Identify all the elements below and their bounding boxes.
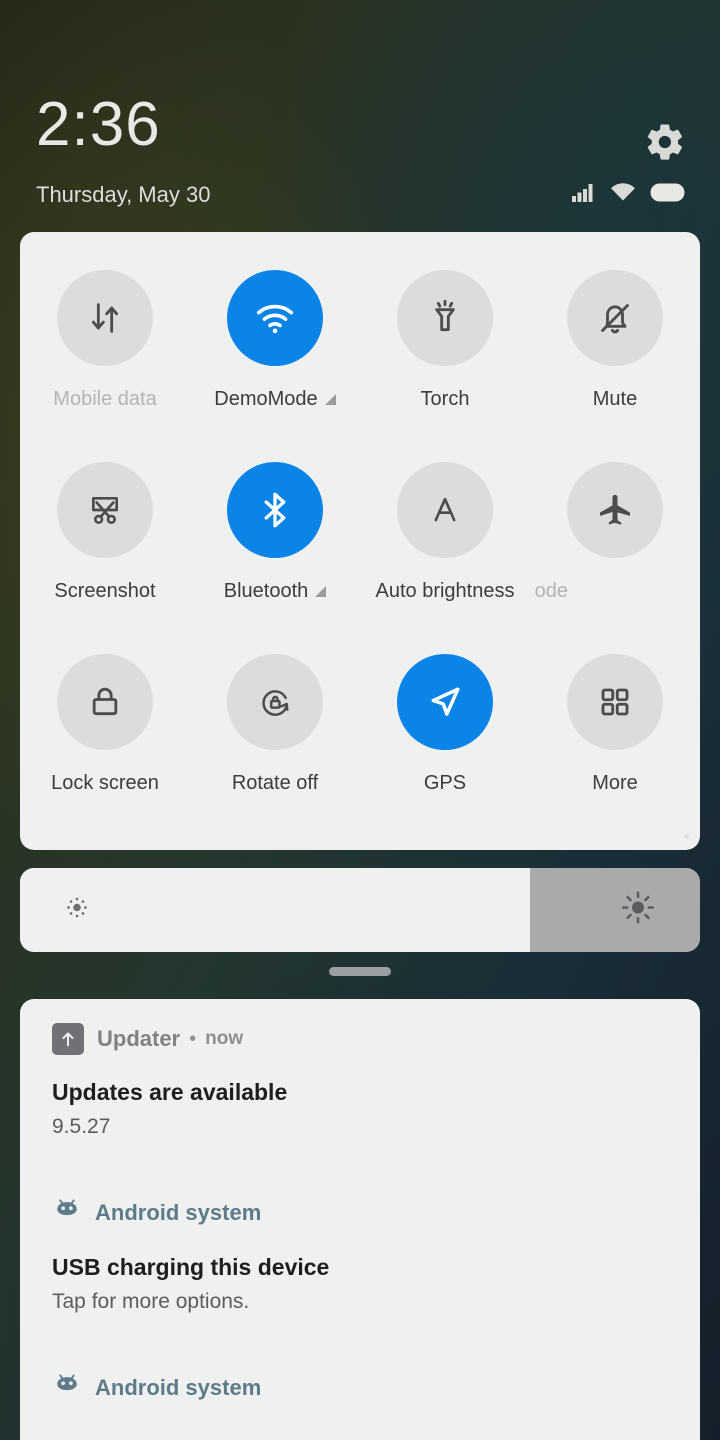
qs-tile-screenshot[interactable]: Screenshot	[20, 462, 190, 654]
tile-label-text: DemoMode	[214, 388, 318, 410]
grid-squares-icon	[601, 688, 629, 716]
brightness-slider[interactable]	[20, 868, 700, 952]
brightness-slider-fill	[20, 868, 530, 952]
notification-header: Updater • now	[52, 999, 668, 1061]
android-head-icon	[52, 1195, 82, 1230]
notification-item[interactable]: Android system USB charging this device …	[20, 1171, 700, 1314]
wifi-icon	[611, 183, 635, 201]
qs-tile-gps[interactable]: GPS	[360, 654, 530, 846]
tile-label-text: GPS	[423, 772, 467, 794]
notification-header: Android system	[52, 1171, 668, 1236]
tile-label-text: Lock screen	[51, 772, 159, 794]
gear-icon[interactable]	[644, 121, 686, 163]
notification-app-name: Android system	[95, 1199, 262, 1225]
notification-app-name: Updater	[97, 1026, 181, 1051]
tile-circle	[397, 462, 493, 558]
notification-header: Android system	[52, 1346, 668, 1411]
mobile-data-icon	[91, 303, 119, 333]
notification-time: now	[205, 1028, 244, 1049]
qs-tile-demomode[interactable]: DemoMode	[190, 270, 360, 462]
tile-label-text: Auto brightness	[375, 580, 515, 602]
padlock-icon	[92, 687, 118, 716]
qs-tile-torch[interactable]: Torch	[360, 270, 530, 462]
auto-brightness-icon	[434, 497, 456, 522]
tile-label-text: Mute	[592, 388, 638, 410]
qs-tile-bluetooth[interactable]: Bluetooth	[190, 462, 360, 654]
qs-tile-lock-screen[interactable]: Lock screen	[20, 654, 190, 846]
notification-body: Tap for more options.	[52, 1290, 250, 1313]
notification-app-name: Android system	[95, 1374, 262, 1400]
notification-title: USB charging this device	[52, 1254, 330, 1280]
navigation-arrow-icon	[431, 687, 460, 716]
date-label: Thursday, May 30	[36, 182, 211, 207]
status-header: 2:36 Thursday, May 30	[0, 0, 720, 232]
tile-circle	[57, 270, 153, 366]
tile-label-text: Mobile data	[53, 388, 157, 410]
qs-tile-mute[interactable]: Mute	[530, 270, 700, 462]
airplane-icon	[600, 494, 630, 525]
tile-circle	[57, 462, 153, 558]
tile-circle	[567, 270, 663, 366]
tile-circle	[397, 654, 493, 750]
tile-circle	[227, 654, 323, 750]
tile-circle	[397, 270, 493, 366]
page-indicator-dot	[684, 834, 689, 839]
bluetooth-icon	[264, 492, 286, 528]
wifi-icon	[256, 304, 294, 334]
notification-separator: •	[189, 1027, 197, 1050]
rotation-lock-icon	[262, 690, 289, 716]
clock: 2:36	[36, 90, 161, 159]
status-icons	[572, 182, 686, 202]
qs-tile-mobile-data[interactable]: Mobile data	[20, 270, 190, 462]
flashlight-icon	[435, 299, 455, 332]
qs-tile-auto-brightness[interactable]: Auto brightness	[360, 462, 530, 654]
qs-tile-airplane-mode[interactable]: ane mode	[530, 462, 700, 654]
tile-circle	[567, 462, 663, 558]
tile-circle	[57, 654, 153, 750]
bell-muted-icon	[601, 304, 629, 334]
tile-circle	[227, 270, 323, 366]
upload-arrow-icon	[52, 1023, 84, 1055]
android-head-icon	[52, 1370, 82, 1405]
qs-tile-rotate-off[interactable]: Rotate off	[190, 654, 360, 846]
quick-settings-panel: Mobile data DemoMode Torch Mute Screensh…	[20, 232, 700, 850]
tile-circle	[227, 462, 323, 558]
chevron-expand-icon[interactable]	[324, 394, 336, 405]
tile-circle	[567, 654, 663, 750]
quick-settings-grid: Mobile data DemoMode Torch Mute Screensh…	[20, 270, 700, 846]
notification-body: 9.5.27	[52, 1115, 111, 1138]
tile-label-text: Rotate off	[231, 772, 319, 794]
notification-title: Updates are available	[52, 1079, 288, 1105]
tile-label-text: Bluetooth	[223, 580, 309, 602]
chevron-expand-icon[interactable]	[315, 586, 327, 597]
signal-bars-icon	[572, 184, 593, 202]
tile-label-text: Torch	[420, 388, 470, 410]
tile-label-text: ane mode	[535, 580, 568, 602]
sun-large-icon	[620, 890, 656, 931]
tile-label-text: Screenshot	[54, 580, 156, 602]
qs-tile-more[interactable]: More	[530, 654, 700, 846]
notification-drag-handle[interactable]	[329, 967, 391, 976]
scissors-icon	[92, 497, 118, 525]
notification-panel: Updater • now Updates are available 9.5.…	[20, 999, 700, 1440]
sun-small-icon	[64, 895, 90, 926]
battery-full-icon	[650, 183, 685, 201]
notification-item[interactable]: Android system	[20, 1346, 700, 1411]
notification-item[interactable]: Updater • now Updates are available 9.5.…	[20, 999, 700, 1139]
tile-label-text: More	[592, 772, 638, 794]
